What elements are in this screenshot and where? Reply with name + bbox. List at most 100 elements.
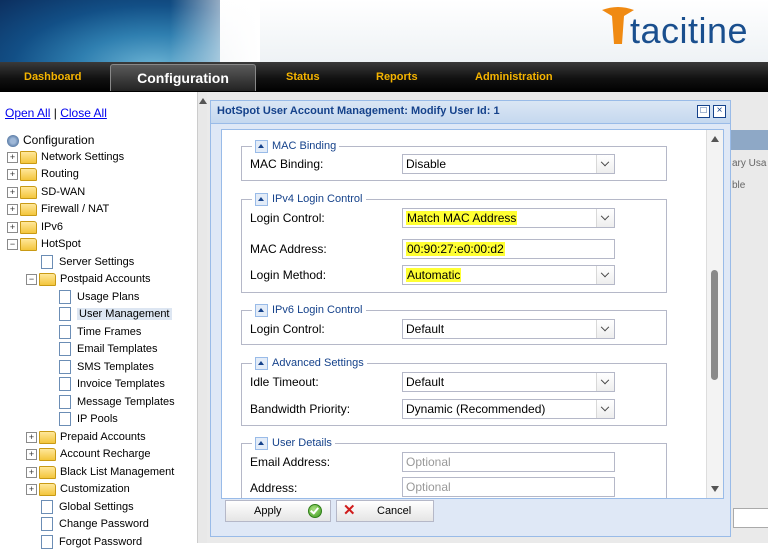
chevron-down-icon[interactable] bbox=[596, 155, 614, 173]
tree-item-time-frames[interactable]: Time Frames bbox=[59, 324, 141, 341]
scroll-up-arrow-icon[interactable] bbox=[711, 136, 719, 142]
collapse-minus-icon[interactable]: − bbox=[7, 238, 18, 250]
expand-plus-icon[interactable]: + bbox=[26, 448, 37, 460]
tree-item-label: Forgot Password bbox=[59, 536, 143, 548]
tree-item-change-password[interactable]: Change Password bbox=[41, 516, 149, 533]
tree-item-postpaid-accounts[interactable]: − Postpaid Accounts bbox=[26, 271, 151, 288]
collapse-arrow-icon[interactable] bbox=[199, 98, 207, 104]
chevron-down-icon[interactable] bbox=[596, 320, 614, 338]
tree-item-user-management[interactable]: User Management bbox=[59, 306, 172, 323]
legend-label: User Details bbox=[272, 437, 332, 449]
tree-item-ip-pools[interactable]: IP Pools bbox=[59, 411, 118, 428]
tree-item-sms-templates[interactable]: SMS Templates bbox=[59, 359, 154, 376]
tree-item-label: Customization bbox=[60, 483, 130, 495]
scroll-down-arrow-icon[interactable] bbox=[711, 486, 719, 492]
apply-button[interactable]: Apply bbox=[225, 500, 331, 522]
tree-item-customization[interactable]: + Customization bbox=[26, 481, 130, 498]
nav-configuration[interactable]: Configuration bbox=[110, 64, 256, 91]
close-all-link[interactable]: Close All bbox=[60, 106, 107, 120]
collapse-toggle-icon[interactable] bbox=[255, 139, 268, 153]
configuration-gear-icon bbox=[7, 135, 19, 148]
tree-item-message-templates[interactable]: Message Templates bbox=[59, 394, 175, 411]
chevron-down-icon[interactable] bbox=[596, 400, 614, 418]
tree-item-network-settings[interactable]: + Network Settings bbox=[7, 149, 124, 166]
collapse-toggle-icon[interactable] bbox=[255, 303, 268, 317]
cancel-label: Cancel bbox=[377, 505, 412, 517]
address-field[interactable]: Optional bbox=[402, 477, 615, 497]
form-scrollbar[interactable] bbox=[706, 130, 723, 498]
expand-plus-icon[interactable]: + bbox=[26, 431, 37, 443]
page-icon bbox=[41, 500, 53, 515]
fieldset-legend: IPv6 Login Control bbox=[252, 303, 366, 318]
apply-label: Apply bbox=[254, 505, 282, 517]
login-method-select[interactable]: Automatic bbox=[402, 265, 615, 285]
nav-administration[interactable]: Administration bbox=[475, 62, 553, 92]
chevron-down-icon[interactable] bbox=[596, 266, 614, 284]
scroll-thumb[interactable] bbox=[711, 270, 718, 380]
tree-item-email-templates[interactable]: Email Templates bbox=[59, 341, 158, 358]
nav-reports[interactable]: Reports bbox=[376, 62, 418, 92]
expand-plus-icon[interactable]: + bbox=[26, 466, 37, 478]
tree-item-label: Routing bbox=[41, 168, 79, 180]
background-cell: ble bbox=[732, 180, 746, 191]
tree-item-server-settings[interactable]: Server Settings bbox=[41, 254, 134, 271]
tree-item-label: Invoice Templates bbox=[77, 378, 165, 390]
tree-item-label: Prepaid Accounts bbox=[60, 431, 146, 443]
tree-item-account-recharge[interactable]: + Account Recharge bbox=[26, 446, 151, 463]
expand-plus-icon[interactable]: + bbox=[26, 483, 37, 495]
tree-item-sd-wan[interactable]: + SD-WAN bbox=[7, 184, 85, 201]
idle-timeout-select[interactable]: Default bbox=[402, 372, 615, 392]
legend-label: IPv6 Login Control bbox=[272, 304, 363, 316]
tree-item-label: Firewall / NAT bbox=[41, 203, 110, 215]
tree-item-black-list-management[interactable]: + Black List Management bbox=[26, 464, 174, 481]
page-icon bbox=[59, 290, 71, 305]
page-icon bbox=[59, 342, 71, 357]
close-icon[interactable]: × bbox=[713, 105, 726, 118]
tree-item-ipv6[interactable]: + IPv6 bbox=[7, 219, 63, 236]
maximize-icon[interactable]: □ bbox=[697, 105, 710, 118]
tree-item-prepaid-accounts[interactable]: + Prepaid Accounts bbox=[26, 429, 146, 446]
select-value: Disable bbox=[406, 157, 447, 171]
dialog-title-bar[interactable]: HotSpot User Account Management: Modify … bbox=[211, 101, 730, 124]
email-address-field[interactable]: Optional bbox=[402, 452, 615, 472]
legend-label: MAC Binding bbox=[272, 140, 337, 152]
tree-item-invoice-templates[interactable]: Invoice Templates bbox=[59, 376, 165, 393]
tree-item-firewall-nat[interactable]: + Firewall / NAT bbox=[7, 201, 109, 218]
expand-plus-icon[interactable]: + bbox=[7, 151, 18, 163]
tree-item-global-settings[interactable]: Global Settings bbox=[41, 499, 134, 516]
folder-icon bbox=[20, 150, 37, 164]
ipv4-login-control-select[interactable]: Match MAC Address bbox=[402, 208, 615, 228]
collapse-toggle-icon[interactable] bbox=[255, 356, 268, 370]
expand-plus-icon[interactable]: + bbox=[7, 203, 18, 215]
collapse-minus-icon[interactable]: − bbox=[26, 273, 37, 285]
collapse-toggle-icon[interactable] bbox=[255, 436, 268, 450]
bandwidth-priority-label: Bandwidth Priority: bbox=[250, 402, 351, 416]
tree-item-label: User Management bbox=[77, 308, 172, 320]
tree-item-hotspot[interactable]: − HotSpot bbox=[7, 236, 81, 253]
expand-plus-icon[interactable]: + bbox=[7, 221, 18, 233]
tree-item-label: IP Pools bbox=[77, 413, 118, 425]
mac-address-field[interactable]: 00:90:27:e0:00:d2 bbox=[402, 239, 615, 259]
nav-dashboard[interactable]: Dashboard bbox=[24, 62, 81, 92]
bandwidth-priority-select[interactable]: Dynamic (Recommended) bbox=[402, 399, 615, 419]
tree-toggle-links: Open All | Close All bbox=[5, 106, 107, 120]
collapse-toggle-icon[interactable] bbox=[255, 192, 268, 206]
expand-plus-icon[interactable]: + bbox=[7, 168, 18, 180]
chevron-down-icon[interactable] bbox=[596, 373, 614, 391]
open-all-link[interactable]: Open All bbox=[5, 106, 50, 120]
nav-status[interactable]: Status bbox=[286, 62, 320, 92]
expand-plus-icon[interactable]: + bbox=[7, 186, 18, 198]
cancel-button[interactable]: ✕ Cancel bbox=[336, 500, 434, 522]
folder-icon bbox=[20, 167, 37, 181]
check-icon bbox=[308, 504, 322, 518]
mac-binding-select[interactable]: Disable bbox=[402, 154, 615, 174]
mac-binding-label: MAC Binding: bbox=[250, 157, 324, 171]
chevron-down-icon[interactable] bbox=[596, 209, 614, 227]
tree-item-label: SD-WAN bbox=[41, 186, 86, 198]
tree-root-configuration[interactable]: Configuration bbox=[7, 132, 94, 149]
page-icon bbox=[59, 325, 71, 340]
fieldset-legend: Advanced Settings bbox=[252, 356, 367, 371]
tree-item-routing[interactable]: + Routing bbox=[7, 166, 79, 183]
ipv6-login-control-select[interactable]: Default bbox=[402, 319, 615, 339]
tree-item-usage-plans[interactable]: Usage Plans bbox=[59, 289, 139, 306]
